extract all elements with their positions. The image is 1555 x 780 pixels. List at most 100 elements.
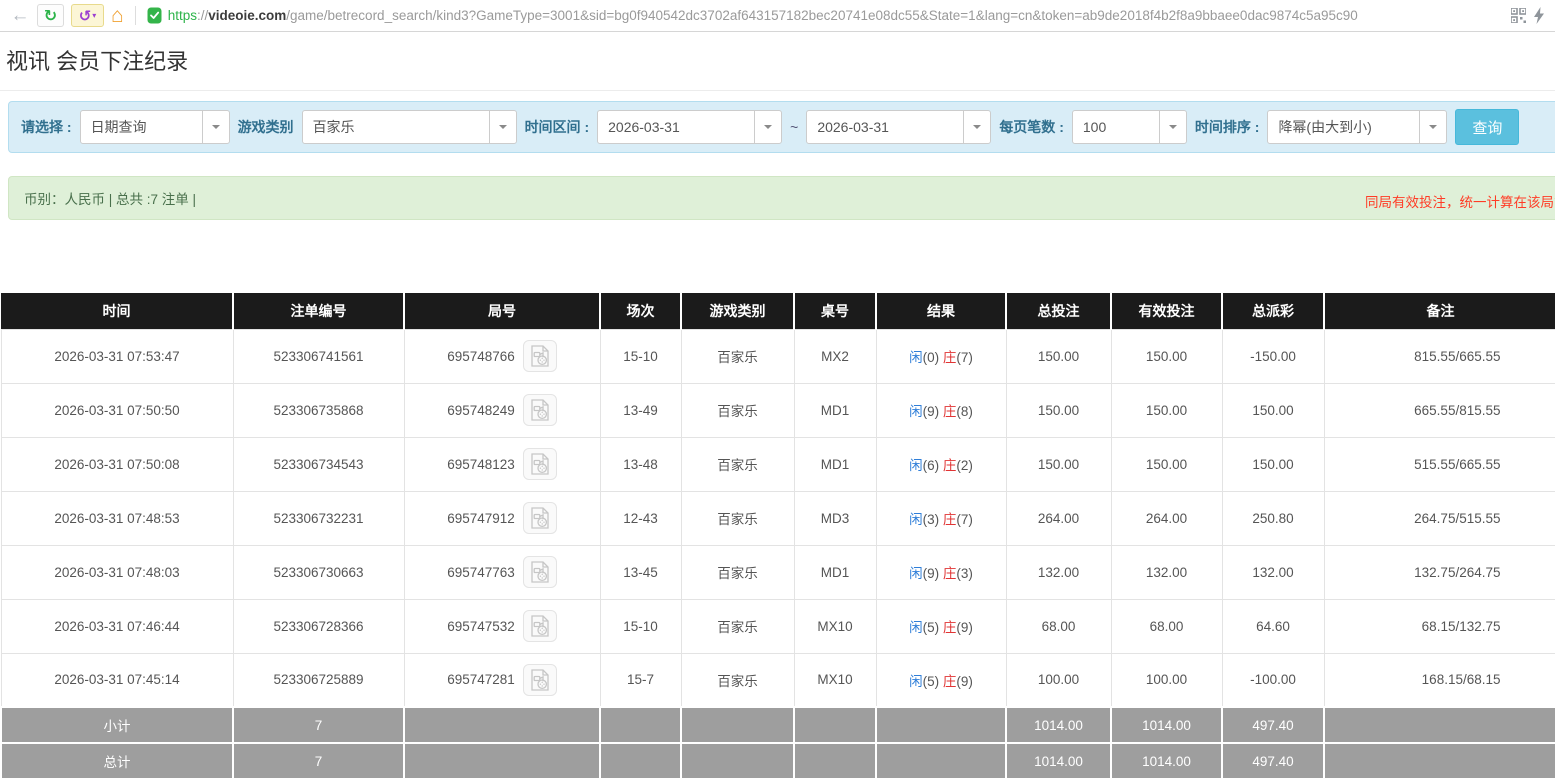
cell-time: 2026-03-31 07:50:50 (0, 382, 234, 438)
cell-valid-bet: 150.00 (1110, 382, 1223, 438)
chevron-down-icon[interactable] (1419, 111, 1446, 143)
cell-result: 闲(9) 庄(3) (875, 544, 1007, 600)
cell-total-bet: 68.00 (1005, 598, 1112, 654)
result-player: 闲 (909, 673, 923, 689)
cell-total-bet: 150.00 (1005, 328, 1112, 384)
date-range-label: 时间区间 : (524, 119, 590, 135)
result-banker: 庄 (942, 458, 957, 473)
sort-order-label: 时间排序 : (1194, 119, 1260, 135)
cell-result: 闲(9) 庄(8) (875, 382, 1007, 438)
cell-valid-bet: 150.00 (1110, 436, 1223, 492)
game-type-select[interactable]: 百家乐 (301, 110, 517, 144)
page-size-select[interactable]: 100 (1071, 110, 1187, 144)
sort-order-select[interactable]: 降幂(由大到小) (1267, 110, 1448, 144)
cell-valid-bet: 132.00 (1110, 544, 1223, 600)
result-banker: 庄 (942, 404, 957, 419)
table-header: 时间 注单编号 局号 场次 游戏类别 桌号 结果 总投注 有效投注 总派彩 备注 (1, 293, 1555, 329)
chevron-down-icon[interactable] (1158, 111, 1186, 143)
query-mode-value: 日期查询 (90, 119, 147, 135)
qr-code-icon[interactable] (1511, 8, 1526, 23)
chevron-down-icon[interactable] (754, 111, 781, 143)
cell-remark: 68.15/132.75 (1323, 598, 1555, 654)
cell-table-no: MX10 (793, 652, 877, 708)
url-text: https://videoie.com/game/betrecord_searc… (167, 8, 1358, 23)
round-number: 695748123 (447, 456, 515, 472)
total-total-bet: 1014.00 (1005, 742, 1112, 780)
header-result: 结果 (876, 293, 1007, 329)
cell-bet-id: 523306734543 (232, 436, 405, 492)
cell-table-no: MD3 (793, 490, 877, 546)
header-remark: 备注 (1324, 293, 1555, 329)
date-to-select[interactable]: 2026-03-31 (806, 110, 992, 144)
cell-bet-id: 523306735868 (232, 382, 405, 438)
bet-records-table: 时间 注单编号 局号 场次 游戏类别 桌号 结果 总投注 有效投注 总派彩 备注… (0, 293, 1555, 780)
subtotal-label: 小计 (0, 706, 234, 744)
page-size-label: 每页笔数 : (999, 119, 1064, 135)
chevron-down-icon[interactable] (488, 111, 516, 143)
cell-valid-bet: 264.00 (1110, 490, 1223, 546)
cell-game-type: 百家乐 (680, 598, 795, 654)
result-banker: 庄 (942, 566, 957, 581)
cell-session: 13-49 (599, 382, 682, 438)
chevron-down-icon[interactable] (201, 111, 229, 143)
cell-payout: 132.00 (1221, 544, 1325, 600)
video-replay-button[interactable] (522, 448, 557, 480)
video-record-icon (531, 345, 549, 367)
cell-time: 2026-03-31 07:48:53 (0, 490, 234, 546)
header-time: 时间 (1, 293, 234, 329)
result-player: 闲 (909, 350, 923, 365)
undo-icon[interactable]: ↺ ▾ (71, 4, 104, 27)
video-replay-button[interactable] (522, 340, 557, 372)
home-icon[interactable]: ⌂ (111, 4, 124, 28)
result-player: 闲 (909, 458, 923, 473)
cell-game-type: 百家乐 (680, 382, 795, 438)
lightning-icon[interactable] (1533, 7, 1545, 24)
cell-round: 695747532 (403, 598, 601, 654)
video-replay-button[interactable] (522, 556, 557, 588)
table-row: 2026-03-31 07:48:03 523306730663 6957477… (0, 544, 1555, 600)
table-footer: 小计 7 1014.00 1014.00 497.40 总计 7 1014.00… (0, 706, 1555, 780)
table-row: 2026-03-31 07:50:50 523306735868 6957482… (0, 382, 1555, 438)
cell-bet-id: 523306741561 (232, 328, 405, 384)
result-banker: 庄 (942, 512, 957, 527)
video-record-icon (531, 669, 549, 691)
video-replay-button[interactable] (522, 394, 557, 426)
cell-total-bet: 150.00 (1005, 436, 1112, 492)
header-bet-id: 注单编号 (233, 293, 405, 329)
valid-bet-notice: 同局有效投注，统一计算在该局第一笔注单 (1365, 195, 1555, 210)
cell-remark: 264.75/515.55 (1323, 490, 1555, 546)
cell-payout: -100.00 (1221, 652, 1325, 708)
header-valid-bet: 有效投注 (1111, 293, 1223, 329)
video-replay-button[interactable] (522, 610, 557, 642)
total-payout: 497.40 (1221, 742, 1325, 780)
header-game-type: 游戏类别 (681, 293, 795, 329)
video-record-icon (531, 615, 549, 637)
cell-game-type: 百家乐 (680, 490, 795, 546)
cell-payout: 64.60 (1221, 598, 1325, 654)
round-number: 695747912 (447, 510, 515, 526)
video-replay-button[interactable] (522, 502, 557, 534)
video-replay-button[interactable] (522, 663, 557, 696)
cell-game-type: 百家乐 (680, 544, 795, 600)
page-title: 视讯 会员下注纪录 (6, 49, 189, 74)
chevron-down-icon[interactable] (963, 111, 990, 143)
query-mode-select[interactable]: 日期查询 (79, 110, 230, 144)
round-number: 695747532 (447, 618, 515, 634)
refresh-icon[interactable]: ↻ (37, 4, 64, 27)
search-button[interactable]: 查询 (1455, 109, 1520, 145)
filter-bar: 请选择 : 日期查询 游戏类别 百家乐 时间区间 : 2026-03-31 ~ … (8, 101, 1555, 153)
back-icon[interactable]: ← (10, 5, 30, 27)
address-bar[interactable]: https://videoie.com/game/betrecord_searc… (147, 4, 1504, 28)
result-player: 闲 (909, 566, 923, 581)
cell-bet-id: 523306728366 (232, 598, 405, 654)
game-type-label: 游戏类别 (237, 119, 294, 135)
undo-dropdown-caret[interactable]: ▾ (92, 11, 96, 20)
toolbar-divider (134, 6, 136, 25)
cell-remark: 815.55/665.55 (1323, 328, 1555, 384)
cell-table-no: MD1 (793, 382, 877, 438)
table-row: 2026-03-31 07:50:08 523306734543 6957481… (0, 436, 1555, 492)
date-from-select[interactable]: 2026-03-31 (597, 110, 783, 144)
round-number: 695747281 (447, 672, 515, 688)
cell-time: 2026-03-31 07:53:47 (0, 328, 234, 384)
table-row: 2026-03-31 07:46:44 523306728366 6957475… (0, 598, 1555, 654)
